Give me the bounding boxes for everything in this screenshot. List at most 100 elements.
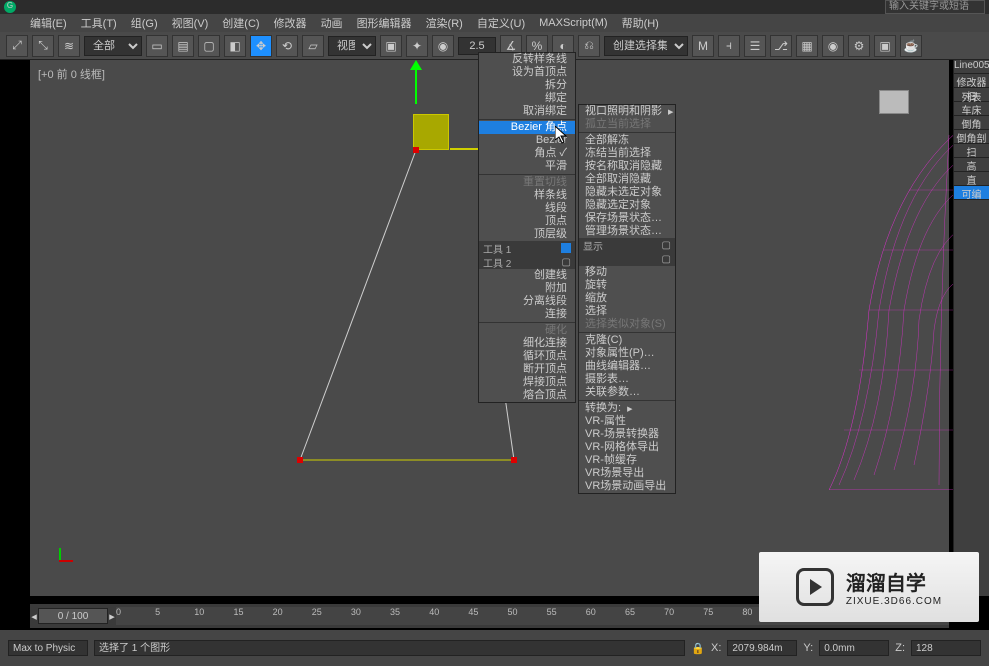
ctx-vertex-sub[interactable]: 顶点 xyxy=(479,215,575,228)
menu-edit[interactable]: 编辑(E) xyxy=(30,15,67,31)
ctx-unbind[interactable]: 取消绑定 xyxy=(479,105,575,118)
rect-select-icon[interactable]: ▢ xyxy=(198,35,220,57)
ctx-make-first[interactable]: 设为首顶点 xyxy=(479,66,575,79)
named-sel-icon[interactable]: ⎌ xyxy=(578,35,600,57)
ctx-vr-props[interactable]: VR-属性 xyxy=(579,415,675,428)
ctx-viewport-lighting[interactable]: 视口照明和阴影 xyxy=(579,105,675,118)
mod-row[interactable]: 扫 xyxy=(954,88,989,102)
vertex-handle[interactable] xyxy=(511,457,517,463)
timeline-right-arrow-icon[interactable]: ▸ xyxy=(108,610,116,623)
ctx-refine-connect[interactable]: 细化连接 xyxy=(479,337,575,350)
move-icon[interactable]: ✥ xyxy=(250,35,272,57)
vertex-handle[interactable] xyxy=(297,457,303,463)
vertex-handle[interactable] xyxy=(413,147,419,153)
ctx-dope-sheet[interactable]: 摄影表… xyxy=(579,373,675,386)
ctx-divide[interactable]: 拆分 xyxy=(479,79,575,92)
mod-row[interactable]: 倒角 xyxy=(954,116,989,130)
mod-row[interactable]: 倒角剖 xyxy=(954,130,989,144)
ctx-reverse-spline[interactable]: 反转样条线 xyxy=(479,53,575,66)
ctx-fuse-vertex[interactable]: 熔合顶点 xyxy=(479,389,575,402)
time-slider[interactable]: 0 / 100 xyxy=(38,608,108,624)
viewcube-icon[interactable] xyxy=(879,90,909,114)
mod-row[interactable]: 扫 xyxy=(954,144,989,158)
ctx-create-line[interactable]: 创建线 xyxy=(479,269,575,282)
ctx-rotate[interactable]: 旋转 xyxy=(579,279,675,292)
ctx-hide-sel[interactable]: 隐藏选定对象 xyxy=(579,199,675,212)
ctx-bind[interactable]: 绑定 xyxy=(479,92,575,105)
ctx-vr-scene-conv[interactable]: VR-场景转换器 xyxy=(579,428,675,441)
link-icon[interactable]: ⤢ xyxy=(6,35,28,57)
ctx-hide-unsel[interactable]: 隐藏未选定对象 xyxy=(579,186,675,199)
ctx-break-vertex[interactable]: 断开顶点 xyxy=(479,363,575,376)
scale-icon[interactable]: ▱ xyxy=(302,35,324,57)
ctx-obj-props[interactable]: 对象属性(P)… xyxy=(579,347,675,360)
ctx-select[interactable]: 选择 xyxy=(579,305,675,318)
search-input[interactable]: 输入关键字或短语 xyxy=(885,0,985,14)
mod-row[interactable]: 高 xyxy=(954,158,989,172)
refcoord-dropdown[interactable]: 视图 xyxy=(328,36,376,56)
menu-tools[interactable]: 工具(T) xyxy=(81,15,117,31)
menu-create[interactable]: 创建(C) xyxy=(222,15,259,31)
ctx-unfreeze-all[interactable]: 全部解冻 xyxy=(579,134,675,147)
material-icon[interactable]: ◉ xyxy=(822,35,844,57)
window-cross-icon[interactable]: ◧ xyxy=(224,35,246,57)
select-name-icon[interactable]: ▤ xyxy=(172,35,194,57)
menu-maxscript[interactable]: MAXScript(M) xyxy=(539,17,607,29)
pivot-icon[interactable]: ▣ xyxy=(380,35,402,57)
layer-icon[interactable]: ☰ xyxy=(744,35,766,57)
coord-x-input[interactable]: 2079.984m xyxy=(727,640,797,656)
ctx-manage-scene-state[interactable]: 管理场景状态… xyxy=(579,225,675,238)
ctx-corner[interactable]: 角点 ✓ xyxy=(479,147,575,160)
menu-help[interactable]: 帮助(H) xyxy=(622,15,659,31)
select-icon[interactable]: ▭ xyxy=(146,35,168,57)
mirror-icon[interactable]: М xyxy=(692,35,714,57)
ctx-segment-sub[interactable]: 线段 xyxy=(479,202,575,215)
ctx-vr-scene-export[interactable]: VR场景导出 xyxy=(579,467,675,480)
ctx-move[interactable]: 移动 xyxy=(579,266,675,279)
ctx-convert-to[interactable]: 转换为: xyxy=(579,402,675,415)
unlink-icon[interactable]: ⤡ xyxy=(32,35,54,57)
render-setup-icon[interactable]: ⚙ xyxy=(848,35,870,57)
snap-icon[interactable]: ◉ xyxy=(432,35,454,57)
ctx-top-level[interactable]: 顶层级 xyxy=(479,228,575,241)
layer-dropdown[interactable]: 全部 xyxy=(84,36,142,56)
align-icon[interactable]: ⫞ xyxy=(718,35,740,57)
script-listener[interactable]: Max to Physic xyxy=(8,640,88,656)
menu-modifiers[interactable]: 修改器 xyxy=(274,15,307,31)
schematic-icon[interactable]: ▦ xyxy=(796,35,818,57)
selection-set-dropdown[interactable]: 创建选择集 xyxy=(604,36,688,56)
ctx-vr-mesh-export[interactable]: VR-网格体导出 xyxy=(579,441,675,454)
menu-view[interactable]: 视图(V) xyxy=(172,15,209,31)
ctx-attach[interactable]: 附加 xyxy=(479,282,575,295)
modifier-list-dropdown[interactable]: 修改器列表 xyxy=(954,74,989,88)
ctx-detach-seg[interactable]: 分离线段 xyxy=(479,295,575,308)
coord-z-input[interactable]: 128 xyxy=(911,640,981,656)
menu-graph[interactable]: 图形编辑器 xyxy=(357,15,412,31)
ctx-curve-editor[interactable]: 曲线编辑器… xyxy=(579,360,675,373)
rotate-icon[interactable]: ⟲ xyxy=(276,35,298,57)
ctx-vr-framebuf[interactable]: VR-帧缓存 xyxy=(579,454,675,467)
menu-group[interactable]: 组(G) xyxy=(131,15,158,31)
ctx-cycle-vertex[interactable]: 循环顶点 xyxy=(479,350,575,363)
render-icon[interactable]: ☕ xyxy=(900,35,922,57)
lock-icon[interactable]: 🔒 xyxy=(691,642,705,655)
ctx-unhide-byname[interactable]: 按名称取消隐藏 xyxy=(579,160,675,173)
mod-row[interactable]: 车床 xyxy=(954,102,989,116)
menu-render[interactable]: 渲染(R) xyxy=(426,15,463,31)
ctx-freeze-sel[interactable]: 冻结当前选择 xyxy=(579,147,675,160)
timeline-left-arrow-icon[interactable]: ◂ xyxy=(30,610,38,623)
coord-y-input[interactable]: 0.0mm xyxy=(819,640,889,656)
ctx-save-scene-state[interactable]: 保存场景状态… xyxy=(579,212,675,225)
curve-editor-icon[interactable]: ⎇ xyxy=(770,35,792,57)
ctx-smooth[interactable]: 平滑 xyxy=(479,160,575,173)
render-frame-icon[interactable]: ▣ xyxy=(874,35,896,57)
mod-row[interactable]: 直 xyxy=(954,172,989,186)
ctx-scale[interactable]: 缩放 xyxy=(579,292,675,305)
ctx-wire-params[interactable]: 关联参数… xyxy=(579,386,675,399)
ctx-unhide-all[interactable]: 全部取消隐藏 xyxy=(579,173,675,186)
bind-icon[interactable]: ≋ xyxy=(58,35,80,57)
menu-animation[interactable]: 动画 xyxy=(321,15,343,31)
ctx-vr-anim-export[interactable]: VR场景动画导出 xyxy=(579,480,675,493)
mod-row-selected[interactable]: 可编 xyxy=(954,186,989,200)
ctx-weld-vertex[interactable]: 焊接顶点 xyxy=(479,376,575,389)
